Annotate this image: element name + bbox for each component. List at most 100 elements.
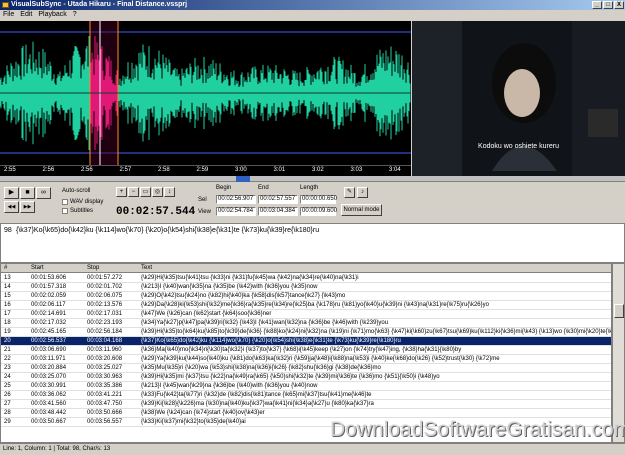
normal-mode-button[interactable]: Normal mode: [341, 204, 382, 216]
wav-display-checkbox[interactable]: WAV display: [62, 199, 103, 205]
wav-display-box[interactable]: [62, 199, 68, 205]
cell-stop: 00:03:47.750: [87, 401, 123, 407]
table-row[interactable]: 17 00:02:14.691 00:02:17.031 {\k47}We {\k26…: [1, 310, 611, 319]
cell-text: {\k39}Hi{\k35}to{\k64}ku{\k85}to{\k39}de…: [141, 329, 611, 335]
cell-text: {\k213}I {\k45}wan{\k29}na {\k36}be {\k4…: [141, 383, 318, 389]
begin-header: Begin: [216, 185, 232, 191]
cell-stop: 00:03:11.960: [87, 347, 122, 353]
cell-start: 00:02:17.032: [31, 320, 67, 326]
seek-thumb[interactable]: [236, 176, 250, 182]
length-header: Length: [300, 185, 319, 191]
time-ruler[interactable]: 2:55 2:56 2:56 2:57 2:58 2:59 3:00 3:01 3:02 3:03…: [0, 165, 411, 176]
cell-start: 00:03:25.070: [31, 374, 67, 380]
sel-end-field[interactable]: 00:02:57.557: [258, 195, 298, 204]
menu-bar: File Edit Playback ?: [0, 10, 625, 20]
subtitles-checkbox[interactable]: Subtitles: [62, 208, 93, 214]
style-icon[interactable]: ✎: [344, 187, 355, 198]
cell-number: 14: [4, 284, 11, 290]
ruler-tick-label: 2:55: [4, 167, 16, 173]
table-row[interactable]: 21 00:03:06.690 00:03:11.960 {\k36}Ma{\k40}…: [1, 346, 611, 355]
table-row[interactable]: 28 00:03:48.442 00:03:50.666 {\k38}We {\k24…: [1, 409, 611, 418]
cell-text: {\k29}Da{\k28}ki{\k53}shi{\k32}me{\k36}r…: [141, 302, 489, 308]
cell-number: 22: [4, 356, 11, 362]
table-row[interactable]: 27 00:03:41.560 00:03:47.750 {\k39}Ki{\k28}…: [1, 400, 611, 409]
table-row[interactable]: 24 00:03:25.070 00:03:30.963 {\k39}Hi{\k35}…: [1, 373, 611, 382]
cell-stop: 00:03:35.386: [87, 383, 123, 389]
karaoke-icon[interactable]: ♪: [357, 187, 368, 198]
cell-number: 27: [4, 401, 11, 407]
cell-start: 00:03:11.971: [31, 356, 66, 362]
cell-start: 00:02:06.117: [31, 302, 66, 308]
stop-button[interactable]: ■: [20, 187, 35, 199]
zoom-selection-icon[interactable]: ▭: [140, 187, 151, 197]
cell-text: {\k33}Fu{\k42}ta{\k77}ri {\k32}de {\k82}…: [141, 392, 372, 398]
ruler-tick-label: 3:04: [389, 167, 401, 173]
view-end-field[interactable]: 00:03:04.384: [258, 207, 298, 216]
zoom-vertical-icon[interactable]: ↕: [164, 187, 175, 197]
cell-stop: 00:03:20.608: [87, 356, 123, 362]
cell-text: {\k34}Ya{\k27}p{\k47}pa{\k39}ri{\k32} {\…: [141, 320, 389, 326]
menu-edit[interactable]: Edit: [20, 10, 32, 20]
autoscroll-label: Auto-scroll: [62, 188, 91, 194]
table-row[interactable]: 26 00:03:36.062 00:03:41.221 {\k33}Fu{\k42}…: [1, 391, 611, 400]
table-row-selected[interactable]: 20 00:02:56.537 00:03:04.168 {\k37}Ko{\k65}…: [1, 337, 611, 346]
menu-playback[interactable]: Playback: [38, 10, 66, 20]
cell-start: 00:03:41.560: [31, 401, 67, 407]
minimize-button[interactable]: _: [592, 1, 602, 9]
table-row[interactable]: 14 00:01:57.318 00:02:01.702 {\k213}I {\k40…: [1, 283, 611, 292]
window-title: VisualSubSync - Utada Hikaru - Final Dis…: [11, 1, 188, 8]
ruler-tick-label: 2:56: [42, 167, 55, 173]
table-row[interactable]: 19 00:02:45.165 00:02:56.184 {\k39}Hi{\k35}…: [1, 328, 611, 337]
play-button[interactable]: ▶: [4, 187, 19, 199]
maximize-button[interactable]: □: [603, 1, 613, 9]
window-controls: _ □ X: [592, 1, 624, 9]
seek-bar[interactable]: [0, 176, 625, 182]
table-row[interactable]: 15 00:02:02.059 00:02:06.075 {\k29}O{\k42}t…: [1, 292, 611, 301]
scrollbar-thumb[interactable]: [614, 304, 624, 318]
view-begin-field[interactable]: 00:02:54.784: [216, 207, 256, 216]
table-row[interactable]: 18 00:02:17.032 00:02:23.193 {\k34}Ya{\k27}…: [1, 319, 611, 328]
ruler-tick-label: 3:03: [350, 167, 363, 173]
column-start[interactable]: Start: [31, 264, 81, 273]
cell-stop: 00:02:01.702: [87, 284, 123, 290]
cell-start: 00:03:50.667: [31, 419, 67, 425]
next-button[interactable]: ▶▶: [20, 201, 35, 213]
zoom-out-icon[interactable]: −: [128, 187, 139, 197]
editor-text[interactable]: {\k37}Ko{\k65}do{\k42}ku {\k114}wo{\k70}…: [16, 227, 319, 234]
zoom-in-icon[interactable]: +: [116, 187, 127, 197]
table-row[interactable]: 25 00:03:30.991 00:03:35.386 {\k213}I {\k45…: [1, 382, 611, 391]
video-frame: [412, 21, 625, 176]
table-row[interactable]: 23 00:03:20.884 00:03:25.027 {\k35}Mu{\k35}…: [1, 364, 611, 373]
ruler-tick-label: 3:01: [273, 167, 286, 173]
loop-button[interactable]: ∞: [36, 187, 51, 199]
sel-length-field[interactable]: 00:00:00.650: [300, 195, 337, 204]
table-row[interactable]: 13 00:01:53.606 00:01:57.272 {\k29}Hi{\k35}…: [1, 274, 611, 283]
table-row[interactable]: 16 00:02:06.117 00:02:13.576 {\k29}Da{\k28}…: [1, 301, 611, 310]
menu-file[interactable]: File: [3, 10, 14, 20]
autoscroll-option[interactable]: Auto-scroll: [62, 188, 90, 194]
zoom-all-icon[interactable]: ◎: [152, 187, 163, 197]
waveform-graph[interactable]: [0, 21, 411, 165]
subtitle-list[interactable]: # Start Stop Text 13 00:01:53.606 00:01:57…: [0, 263, 612, 443]
cell-number: 15: [4, 293, 11, 299]
menu-help[interactable]: ?: [73, 10, 77, 20]
list-scrollbar[interactable]: [612, 263, 625, 443]
subtitle-editor[interactable]: 98 {\k37}Ko{\k65}do{\k42}ku {\k114}wo{\k…: [0, 223, 625, 263]
waveform-panel[interactable]: 2:55 2:56 2:56 2:57 2:58 2:59 3:00 3:01 3:02 3:03…: [0, 21, 411, 176]
sel-begin-field[interactable]: 00:02:56.907: [216, 195, 256, 204]
previous-button[interactable]: ◀◀: [4, 201, 19, 213]
cell-text: {\k213}I {\k40}wan{\k35}na {\k35}be {\k4…: [141, 284, 318, 290]
cell-text: {\k39}Ki{\k28}{\k226}ma {\k30}na{\k40}ku…: [141, 401, 374, 407]
ruler-tick-label: 2:59: [196, 167, 209, 173]
subtitles-box[interactable]: [62, 208, 68, 214]
ruler-tick-label: 2:58: [158, 167, 170, 173]
close-button[interactable]: X: [614, 1, 624, 9]
table-row[interactable]: 22 00:03:11.971 00:03:20.608 {\k29}Ya{\k39}…: [1, 355, 611, 364]
view-length-field[interactable]: 00:00:09.600: [300, 207, 337, 216]
cell-start: 00:03:36.062: [31, 392, 67, 398]
cell-number: 19: [4, 329, 11, 335]
ruler-tick-label: 3:00: [235, 167, 247, 173]
column-stop[interactable]: Stop: [87, 264, 137, 273]
column-text[interactable]: Text: [141, 264, 341, 273]
column-number[interactable]: #: [4, 264, 26, 273]
